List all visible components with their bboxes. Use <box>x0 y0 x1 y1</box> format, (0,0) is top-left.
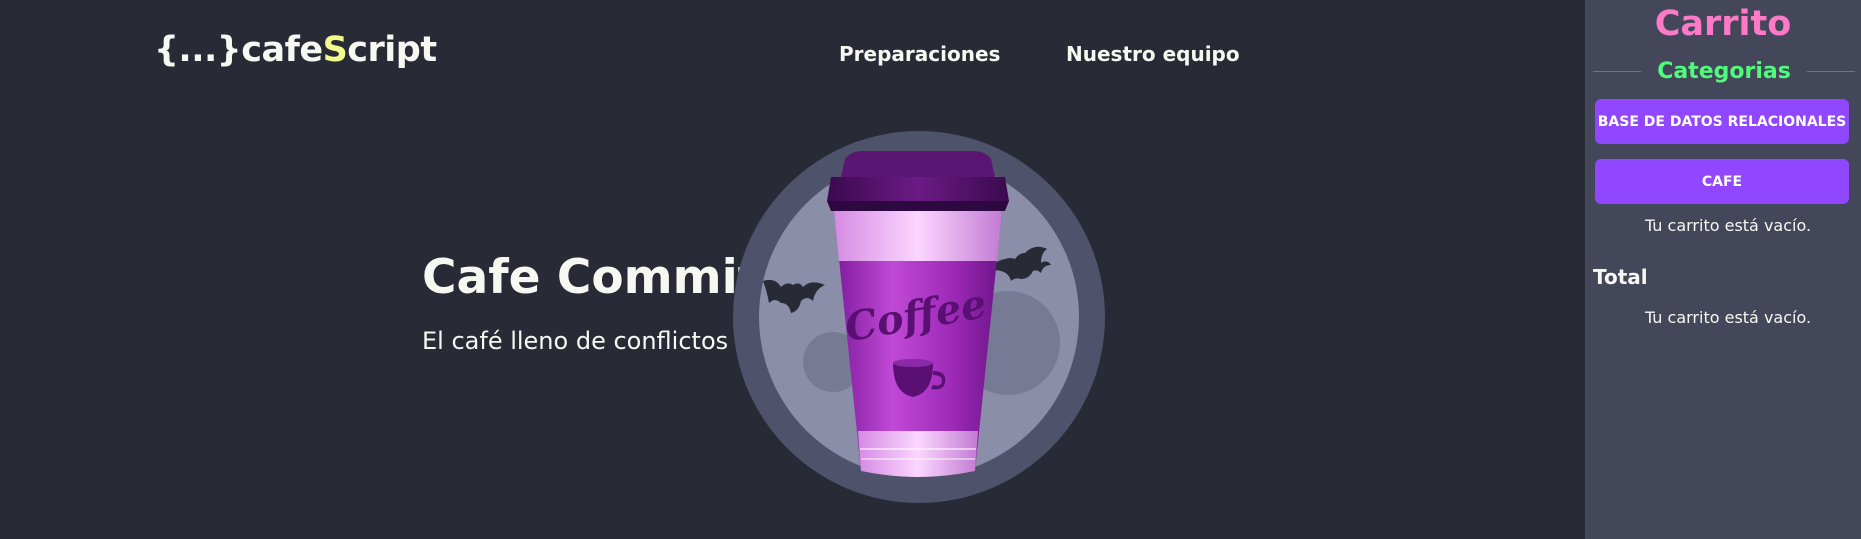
cup-lid <box>827 177 1009 201</box>
categories-header: Categorias <box>1593 58 1855 84</box>
logo-cafe: cafe <box>241 30 323 70</box>
logo-s: S <box>322 30 348 70</box>
cart-title: Carrito <box>1654 4 1792 44</box>
cart-sidebar: Carrito Categorias BASE DE DATOS RELACIO… <box>1585 0 1861 539</box>
hero-subtitle: El café lleno de conflictos <box>422 327 729 355</box>
category-button-cafe[interactable]: CAFE <box>1595 159 1849 204</box>
hero-title: Cafe Commit <box>422 250 761 305</box>
main-area: {...}cafeScript Preparaciones Nuestro eq… <box>0 0 1585 539</box>
cup-lid-top <box>841 151 995 177</box>
divider <box>1593 70 1642 72</box>
logo-cript: cript <box>347 30 437 70</box>
coffee-cup-illustration: Coffee <box>733 131 1105 503</box>
total-empty-message: Tu carrito está vacío. <box>1644 308 1812 327</box>
categories-title: Categorias <box>1657 58 1791 84</box>
category-button-base-de-datos[interactable]: BASE DE DATOS RELACIONALES <box>1595 99 1849 144</box>
logo-braces: {...} <box>154 30 242 70</box>
divider <box>1806 70 1855 72</box>
cart-empty-message: Tu carrito está vacío. <box>1644 216 1812 235</box>
logo[interactable]: {...}cafeScript <box>154 30 437 70</box>
nav-link-nuestro-equipo[interactable]: Nuestro equipo <box>1066 42 1240 66</box>
nav-link-preparaciones[interactable]: Preparaciones <box>839 42 1000 66</box>
cup-bottom-band <box>858 431 978 477</box>
total-label: Total <box>1593 265 1648 289</box>
